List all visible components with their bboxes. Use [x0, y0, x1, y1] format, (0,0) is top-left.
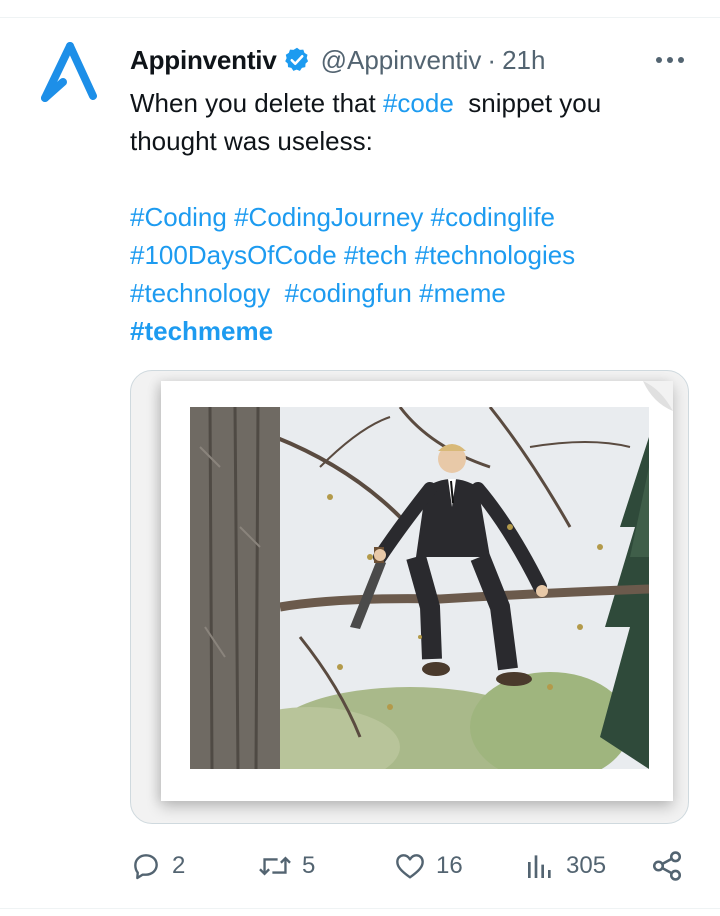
- share-icon: [652, 851, 682, 881]
- hashtags-line-4[interactable]: #techmeme: [130, 312, 690, 350]
- tweet-text: When you delete that #code snippet you t…: [130, 84, 690, 350]
- hashtags-line-2[interactable]: #100DaysOfCode #tech #technologies: [130, 236, 690, 274]
- tweet-actions: 2 5 16 305: [130, 846, 690, 886]
- views-icon: [528, 855, 551, 878]
- text-line-2: thought was useless:: [130, 126, 373, 156]
- top-divider: [0, 17, 720, 18]
- separator-dot: ·: [487, 44, 497, 75]
- hashtags-line-3[interactable]: #technology #codingfun #meme: [130, 274, 690, 312]
- views-count: 305: [566, 852, 607, 879]
- retweet-count: 5: [302, 852, 316, 879]
- like-button[interactable]: 16: [394, 846, 463, 886]
- tweet-media[interactable]: [130, 370, 689, 824]
- text-line-1: When you delete that #code snippet you: [130, 84, 690, 122]
- hashtags-line-1[interactable]: #Coding #CodingJourney #codinglife: [130, 198, 690, 236]
- reply-button[interactable]: 2: [130, 846, 185, 886]
- tweet-header: Appinventiv @Appinventiv · 21h: [130, 42, 545, 78]
- like-count: 16: [436, 852, 463, 879]
- text-prefix: When you delete that: [130, 88, 383, 118]
- bottom-divider: [0, 908, 720, 909]
- meme-photo: [190, 407, 649, 769]
- like-icon: [396, 854, 424, 879]
- retweet-icon: [259, 856, 291, 876]
- avatar[interactable]: [30, 34, 110, 114]
- more-options-icon[interactable]: [650, 44, 690, 76]
- verified-badge-icon: [283, 46, 311, 74]
- share-button[interactable]: [650, 846, 684, 886]
- author-handle[interactable]: @Appinventiv: [321, 45, 482, 76]
- page-curl-icon: [643, 381, 673, 411]
- timestamp[interactable]: 21h: [502, 45, 545, 76]
- views-button[interactable]: 305: [524, 846, 606, 886]
- retweet-button[interactable]: 5: [258, 846, 315, 886]
- author-name[interactable]: Appinventiv: [130, 45, 277, 76]
- reply-icon: [134, 854, 158, 880]
- reply-count: 2: [172, 852, 186, 879]
- hashtag-code[interactable]: #code: [383, 88, 454, 118]
- text-suffix: snippet you: [453, 88, 602, 118]
- app-logo-icon: [41, 42, 97, 102]
